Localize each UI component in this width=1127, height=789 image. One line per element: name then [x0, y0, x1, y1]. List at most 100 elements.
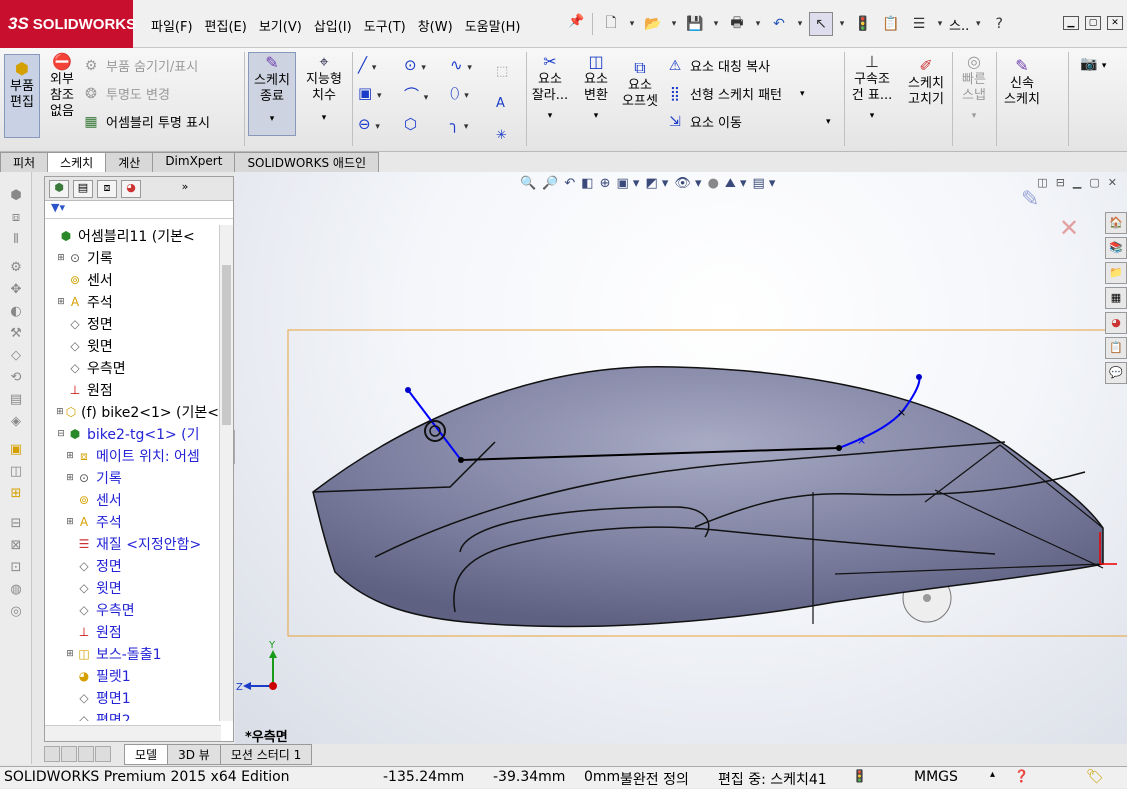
tab-evaluate[interactable]: 계산	[105, 152, 154, 172]
maximize-icon[interactable]: ▢	[1085, 16, 1101, 30]
trim-entities-button[interactable]: ✂ 요소 잘라... ▾	[530, 54, 570, 124]
menu-insert[interactable]: 삽입(I)	[308, 14, 358, 37]
move-component-icon[interactable]: ✥	[0, 282, 32, 304]
expand-toggle-icon[interactable]: ⊞	[56, 253, 66, 263]
dropdown-icon[interactable]: ▾	[300, 110, 348, 126]
tree-item[interactable]: ⊥ 원점	[45, 379, 219, 401]
menu-file[interactable]: 파일(F)	[145, 14, 199, 37]
smart-fasteners-icon[interactable]: ⚙	[0, 260, 32, 282]
hole-alignment-icon[interactable]: ⊡	[0, 560, 32, 582]
tab-dimxpert[interactable]: DimXpert	[152, 152, 236, 172]
undo-icon[interactable]: ↶	[767, 12, 791, 36]
hide-show-components-button[interactable]: ⚙ 부품 숨기기/표시	[82, 56, 199, 76]
dropdown-icon[interactable]: ▾	[848, 108, 896, 124]
tree-item[interactable]: ⊞ A 주석	[45, 291, 219, 313]
cancel-sketch-corner-icon[interactable]: ✕	[1059, 214, 1079, 242]
tree-item[interactable]: ◇ 윗면	[45, 577, 219, 599]
scroll-thumb[interactable]	[222, 265, 231, 425]
pin-icon[interactable]: 📌	[568, 14, 584, 29]
assembly-transparency-button[interactable]: ▦ 어셈블리 투명 표시	[82, 112, 210, 132]
confirmation-corner[interactable]: ✎ ✕	[1021, 187, 1079, 242]
menu-window[interactable]: 창(W)	[412, 14, 459, 37]
model-graphics[interactable]: ✎ ✕ × × Y Z	[235, 172, 1127, 744]
tab-3d-view[interactable]: 3D 뷰	[167, 743, 221, 765]
rapid-sketch-button[interactable]: ✎ 신속 스케치	[1000, 58, 1044, 108]
solidworks-logo[interactable]: 3S SOLIDWORKS	[0, 0, 136, 48]
spline-handle-marker[interactable]: ×	[857, 434, 866, 447]
circle-icon[interactable]: ⊙ ▾	[404, 56, 450, 74]
bike-body[interactable]	[312, 365, 1104, 628]
options-icon[interactable]: ☰	[907, 12, 931, 36]
mass-properties-icon[interactable]: ◎	[0, 604, 32, 626]
tree-item[interactable]: ⊞ ⊙ 기록	[45, 467, 219, 489]
expand-toggle-icon[interactable]: ⊟	[56, 429, 66, 439]
tab-sketch[interactable]: 스케치	[47, 152, 107, 172]
exploded-view-icon[interactable]: ◈	[0, 414, 32, 436]
dropdown-icon[interactable]: ▾	[800, 89, 805, 99]
expand-toggle-icon[interactable]: ⊞	[56, 297, 66, 307]
dropdown-icon[interactable]: ▾	[826, 117, 831, 127]
tree-horizontal-scrollbar[interactable]	[45, 725, 221, 741]
custom-properties-icon[interactable]: 📋	[1105, 337, 1127, 359]
print-icon[interactable]: 🖶	[725, 12, 749, 36]
tree-item[interactable]: ⊞ ⊙ 기록	[45, 247, 219, 269]
tree-item[interactable]: ⊚ 센서	[45, 269, 219, 291]
arc-icon[interactable]: ⌒ ▾	[404, 84, 450, 105]
select-arrow-icon[interactable]: ↖	[809, 12, 833, 36]
dropdown-icon[interactable]: ▾	[954, 108, 994, 124]
expand-toggle-icon[interactable]: ⊞	[65, 649, 75, 659]
open-folder-icon[interactable]: 📂	[641, 12, 665, 36]
tree-item[interactable]: ◇ 정면	[45, 555, 219, 577]
search-commands[interactable]: 스..	[949, 15, 969, 34]
insert-component-icon[interactable]: ⬢	[0, 188, 32, 210]
file-properties-icon[interactable]: 📋	[879, 12, 903, 36]
rebuild-traffic-light-icon[interactable]: 🚦	[851, 12, 875, 36]
tree-item[interactable]: ⊞ ⬡ (f) bike2<1> (기본<	[45, 401, 219, 423]
tree-item[interactable]: ◇ 정면	[45, 313, 219, 335]
close-icon[interactable]: ✕	[1107, 16, 1123, 30]
resources-home-icon[interactable]: 🏠	[1105, 212, 1127, 234]
first-tab-icon[interactable]	[44, 746, 60, 762]
next-tab-icon[interactable]	[78, 746, 94, 762]
tab-model[interactable]: 모델	[124, 743, 169, 765]
dropdown-icon[interactable]: ▾	[935, 12, 945, 36]
slot-icon[interactable]: ⊖ ▾	[358, 115, 404, 133]
new-document-icon[interactable]: 🗋	[599, 12, 623, 36]
assembly-features-icon[interactable]: ⚒	[0, 326, 32, 348]
dropdown-icon[interactable]: ▾	[530, 108, 570, 124]
spline-icon[interactable]: ∿ ▾	[450, 56, 496, 74]
new-motion-study-icon[interactable]: ⟲	[0, 370, 32, 392]
appearances-icon[interactable]: ◕	[1105, 312, 1127, 334]
mate-icon[interactable]: ⧈	[0, 210, 32, 232]
dropdown-icon[interactable]: ▾	[669, 12, 679, 36]
dropdown-icon[interactable]: ▾	[753, 12, 763, 36]
unit-dropdown-icon[interactable]: ▴	[990, 769, 995, 780]
tree-vertical-scrollbar[interactable]	[219, 225, 233, 721]
sketch-endpoint[interactable]	[916, 374, 922, 380]
update-speedpak-icon[interactable]: ◫	[0, 464, 32, 486]
tree-item[interactable]: ⊞ A 주석	[45, 511, 219, 533]
interference-icon[interactable]: ⊟	[0, 516, 32, 538]
menu-tools[interactable]: 도구(T)	[358, 14, 412, 37]
no-external-ref-button[interactable]: ⛔ 외부 참조 없음	[44, 54, 80, 120]
dropdown-icon[interactable]: ▾	[711, 12, 721, 36]
tree-item[interactable]: ◕ 필렛1	[45, 665, 219, 687]
change-transparency-button[interactable]: ❂ 투명도 변경	[82, 84, 170, 104]
last-tab-icon[interactable]	[95, 746, 111, 762]
sketch-endpoint[interactable]	[458, 457, 464, 463]
display-manager-tab-icon[interactable]: ◕	[121, 179, 141, 198]
rebuild-indicator-icon[interactable]: 🚦	[852, 769, 867, 783]
tree-item[interactable]: ⊥ 원점	[45, 621, 219, 643]
edit-part-button[interactable]: ⬢ 부품 편집	[4, 54, 40, 138]
exit-sketch-corner-icon[interactable]: ✎	[1021, 187, 1039, 212]
tab-addins[interactable]: SOLIDWORKS 애드인	[234, 152, 380, 172]
unit-system[interactable]: MMGS	[914, 769, 958, 785]
exit-sketch-button[interactable]: ✎ 스케치 종료 ▾	[248, 52, 296, 136]
tree-item[interactable]: ◇ 우측면	[45, 357, 219, 379]
bom-icon[interactable]: ▤	[0, 392, 32, 414]
convert-entities-button[interactable]: ◫ 요소 변환 ▾	[576, 54, 616, 124]
sketch-endpoint[interactable]	[405, 387, 411, 393]
graphics-viewport[interactable]: 🔍 🔎 ↶ ◧ ⊕ ▣ ▾ ◩ ▾ 👁 ▾ ● ⛰ ▾ ▤ ▾ ◫ ⊟ ▁ ▢ …	[235, 172, 1127, 744]
tab-motion-study[interactable]: 모션 스터디 1	[219, 743, 313, 765]
expand-toggle-icon[interactable]: ⊞	[65, 473, 75, 483]
